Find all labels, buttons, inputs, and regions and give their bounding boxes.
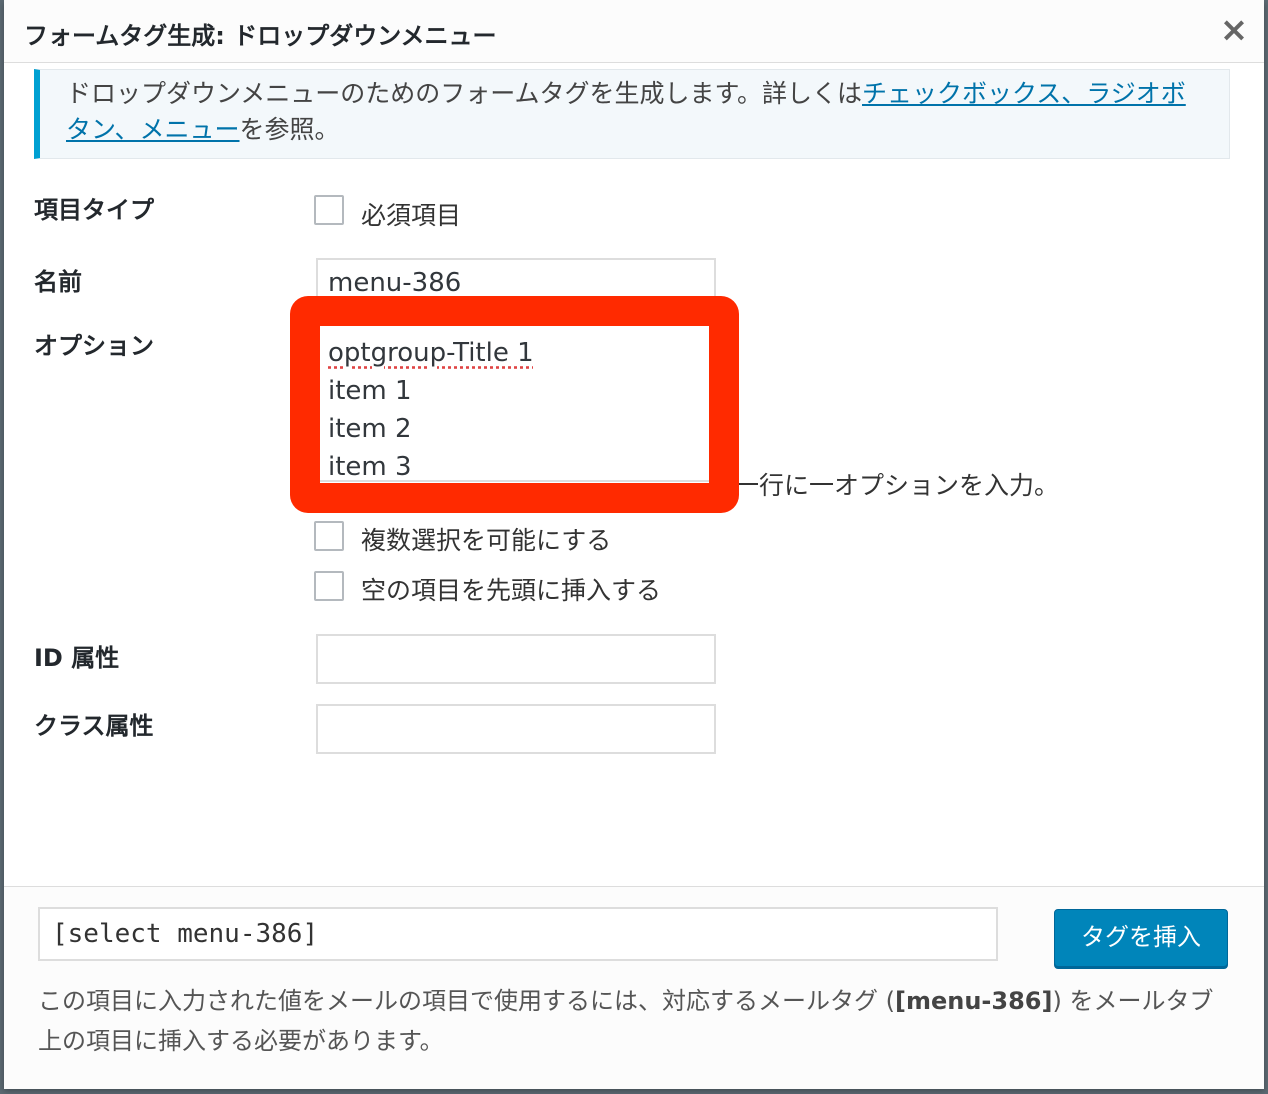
option-line-3: item 3 bbox=[328, 452, 412, 482]
option-line-2: item 2 bbox=[328, 414, 412, 444]
close-icon[interactable]: × bbox=[1214, 10, 1254, 50]
notice-text-before: ドロップダウンメニューのためのフォームタグを生成します。詳しくは bbox=[66, 79, 863, 108]
insert-tag-button[interactable]: タグを挿入 bbox=[1054, 909, 1228, 967]
blank-first-label: 空の項目を先頭に挿入する bbox=[361, 576, 662, 605]
option-line-1: item 1 bbox=[328, 376, 412, 406]
field-type-label: 項目タイプ bbox=[34, 196, 154, 224]
id-attr-input[interactable] bbox=[316, 634, 716, 684]
dialog-footer: タグを挿入 この項目に入力された値をメールの項目で使用するには、対応するメールタ… bbox=[4, 886, 1264, 1089]
id-attr-label: ID 属性 bbox=[34, 644, 120, 672]
multiple-label: 複数選択を可能にする bbox=[361, 526, 612, 555]
generated-tag-input[interactable] bbox=[38, 907, 998, 961]
multiple-checkbox[interactable] bbox=[314, 521, 344, 551]
desc-before: この項目に入力された値をメールの項目で使用するには、対応するメールタグ ( bbox=[38, 987, 895, 1015]
options-hint: 一行に一オプションを入力。 bbox=[734, 471, 1060, 500]
option-line-0: optgroup-Title 1 bbox=[328, 338, 534, 368]
class-attr-input[interactable] bbox=[316, 704, 716, 754]
name-label: 名前 bbox=[34, 268, 82, 296]
name-input[interactable] bbox=[316, 258, 716, 308]
info-notice: ドロップダウンメニューのためのフォームタグを生成します。詳しくはチェックボックス… bbox=[34, 69, 1230, 159]
options-textarea[interactable]: optgroup-Title 1 item 1 item 2 item 3 bbox=[316, 322, 716, 482]
notice-text-after: を参照。 bbox=[239, 115, 340, 144]
mail-tag-description: この項目に入力された値をメールの項目で使用するには、対応するメールタグ ([me… bbox=[38, 981, 1228, 1061]
desc-mail-tag: [menu-386] bbox=[895, 987, 1053, 1015]
dialog-header: フォームタグ生成: ドロップダウンメニュー × bbox=[4, 0, 1264, 63]
option-line: optgroup-Title 1 bbox=[328, 334, 704, 372]
tag-generator-dialog: フォームタグ生成: ドロップダウンメニュー × ドロップダウンメニューのためのフ… bbox=[4, 0, 1264, 1089]
options-label: オプション bbox=[34, 332, 154, 360]
blank-first-checkbox[interactable] bbox=[314, 571, 344, 601]
required-checkbox[interactable] bbox=[314, 195, 344, 225]
class-attr-label: クラス属性 bbox=[34, 712, 154, 740]
dialog-title: フォームタグ生成: ドロップダウンメニュー bbox=[24, 22, 497, 50]
required-label: 必須項目 bbox=[361, 201, 462, 230]
